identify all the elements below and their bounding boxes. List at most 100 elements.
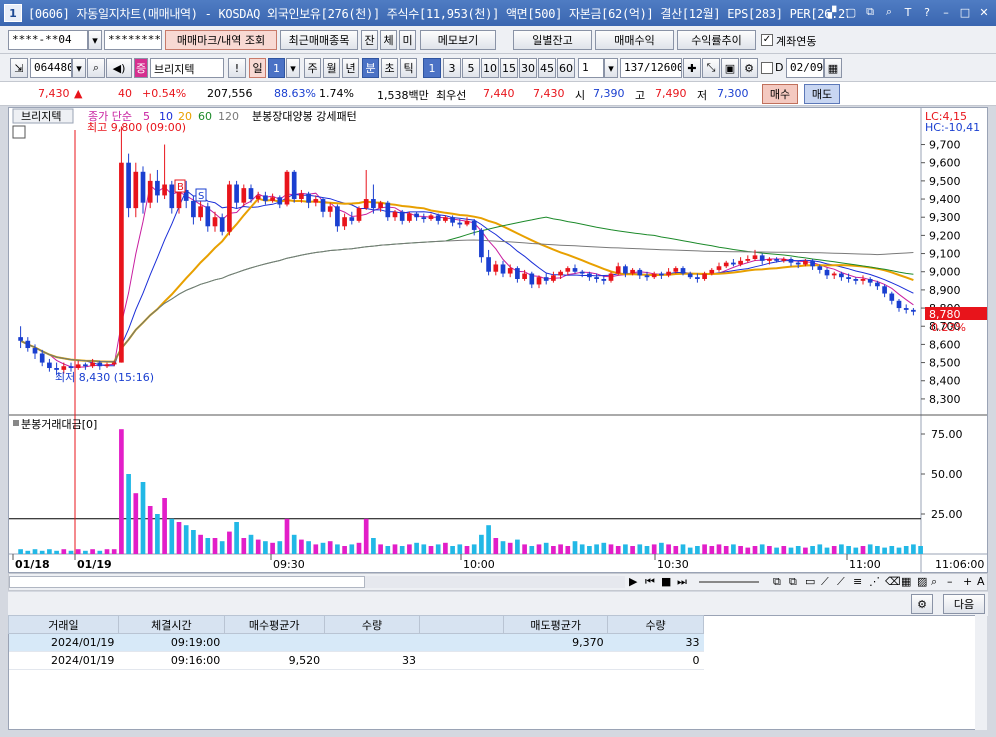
minute-10-button[interactable]: 10 [481,58,499,78]
stock-code-input[interactable]: 064480 [30,58,72,78]
zoom-out-icon[interactable]: – [947,575,953,588]
save-icon[interactable]: ▣ [721,58,739,78]
account-link-checkbox[interactable]: ✓ [761,34,773,46]
shape-icon[interactable]: ▦ [901,575,911,588]
col-trade-date[interactable]: 거래일 [8,615,119,634]
magnifier-icon[interactable]: ⌕ [931,575,937,589]
copy-chart-icon[interactable]: ⧉ [789,575,797,589]
date-checkbox[interactable] [761,62,773,74]
date-input[interactable]: 02/09 [786,58,824,78]
price-tick-label: 9,700 [929,139,961,152]
minimize-icon[interactable]: – [938,4,954,20]
col-exec-time[interactable]: 체결시간 [117,615,225,634]
draw-line-icon[interactable]: ⟋ [821,575,829,589]
col-buy-avg[interactable]: 매수평균가 [223,615,325,634]
period-tick-button[interactable]: 틱 [400,58,417,78]
table-row[interactable]: 2024/01/19 09:19:00 9,370 33 [8,633,704,652]
trade-mark-button[interactable]: 매매마크/내역 조회 [165,30,277,50]
daily-balance-button[interactable]: 일별잔고 [513,30,592,50]
time-tick-label: 01/18 [15,558,50,571]
maximize-icon[interactable]: □ [957,4,973,20]
custom-period-input[interactable]: 1 [578,58,604,78]
recent-trades-button[interactable]: 최근매매종목 [280,30,358,50]
code-dropdown-icon[interactable]: ▾ [72,58,86,78]
col-sell-qty[interactable]: 수량 [607,615,704,634]
col-sell-avg[interactable]: 매도평균가 [503,615,609,634]
sell-marker[interactable]: S [198,191,204,202]
fibonacci-icon[interactable]: ≡ [853,575,862,588]
day-count-dropdown-icon[interactable]: ▾ [286,58,300,78]
period-day-count[interactable]: 1 [268,58,285,78]
candle-count-input[interactable]: 137/12600 [620,58,682,78]
buy-marker[interactable]: B [177,182,184,193]
minute-60-button[interactable]: 60 [557,58,575,78]
alert-icon[interactable]: ! [228,58,246,78]
rewind-icon[interactable]: ⏮ [645,575,655,589]
minute-45-button[interactable]: 45 [538,58,556,78]
table-vertical-scrollbar[interactable] [975,615,987,730]
picture-icon[interactable]: ▨ [917,575,927,588]
balance-button[interactable]: 잔 [361,30,378,50]
period-second-button[interactable]: 초 [381,58,398,78]
grid-toggle-icon[interactable] [12,125,26,139]
table-row[interactable]: 2024/01/19 09:16:00 9,520 33 0 [8,651,704,670]
stock-tab[interactable]: 브리지텍 [21,110,61,123]
tools-icon[interactable]: ⤡ [702,58,720,78]
layout-icon[interactable]: ⧉ [773,575,781,589]
period-year-button[interactable]: 년 [342,58,359,78]
stock-name-field[interactable]: 브리지텍 [150,58,224,78]
price-volume-chart[interactable]: 9,700 9,600 9,500 9,400 9,300 9,200 9,100 9,000… [9,108,987,572]
period-week-button[interactable]: 주 [304,58,321,78]
minute-15-button[interactable]: 15 [500,58,518,78]
unexecuted-button[interactable]: 미 [399,30,416,50]
memo-button[interactable]: 메모보기 [420,30,496,50]
font-icon[interactable]: A [977,575,985,588]
executed-button[interactable]: 체 [380,30,397,50]
channel-icon[interactable]: ⋰ [869,575,880,588]
minute-3-button[interactable]: 3 [443,58,461,78]
next-button[interactable]: 다음 [943,594,985,614]
help-icon[interactable]: ? [919,4,935,20]
close-icon[interactable]: ✕ [976,4,992,20]
zoom-plus-icon[interactable]: + [963,575,972,588]
minute-1-button[interactable]: 1 [423,58,441,78]
buy-button[interactable]: 매수 [762,84,798,104]
minute-5-button[interactable]: 5 [462,58,480,78]
zoom-icon[interactable]: ⌕ [881,4,897,20]
list-settings-icon[interactable]: ⚙ [911,594,933,614]
draw-ray-icon[interactable]: ⟋ [837,575,845,589]
stop-icon[interactable]: ■ [661,575,671,588]
col-buy-qty[interactable]: 수량 [323,615,421,634]
scroll-track[interactable] [9,576,365,588]
play-icon[interactable]: ⏭ [677,575,687,589]
return-trend-button[interactable]: 수익률추이 [677,30,756,50]
speaker-icon[interactable]: ◀) [106,58,132,78]
candle-body [911,309,916,312]
period-day-button[interactable]: 일 [249,58,266,78]
sell-button[interactable]: 매도 [804,84,840,104]
eraser-icon[interactable]: ⌫ [885,575,901,588]
window-layout-icon[interactable]: ▢ [843,4,859,20]
chart-panel[interactable]: 9,700 9,600 9,500 9,400 9,300 9,200 9,100 9,000… [8,107,988,573]
speed-slider[interactable] [699,581,759,583]
text-icon[interactable]: T [900,4,916,20]
search-icon[interactable]: ⌕ [87,58,105,78]
account-input[interactable]: ****-**04 [8,30,88,50]
password-input[interactable]: ******** [104,30,162,50]
period-minute-button[interactable]: 분 [362,58,379,78]
calendar-icon[interactable]: ▦ [824,58,842,78]
link-icon[interactable]: ▞ [824,4,840,20]
period-month-button[interactable]: 월 [323,58,340,78]
chart-scrollbar[interactable]: ▶ ⏮ ■ ⏭ ⧉ ⧉ ▭ ⟋ ⟋ ≡ ⋰ ⌫ ▦ ▨ ⌕ – + A [8,573,988,591]
scroll-thumb[interactable] [365,576,625,588]
scroll-right-icon[interactable]: ▶ [629,575,637,588]
settings-icon[interactable]: ⚙ [740,58,758,78]
zoom-in-icon[interactable]: ✚ [683,58,701,78]
code-search-icon[interactable]: ⇲ [10,58,28,78]
minute-30-button[interactable]: 30 [519,58,537,78]
trade-profit-button[interactable]: 매매수익 [595,30,674,50]
window-icon[interactable]: ▭ [805,575,815,588]
account-dropdown-icon[interactable]: ▾ [88,30,102,50]
copy-icon[interactable]: ⧉ [862,4,878,20]
custom-period-dropdown-icon[interactable]: ▾ [604,58,618,78]
